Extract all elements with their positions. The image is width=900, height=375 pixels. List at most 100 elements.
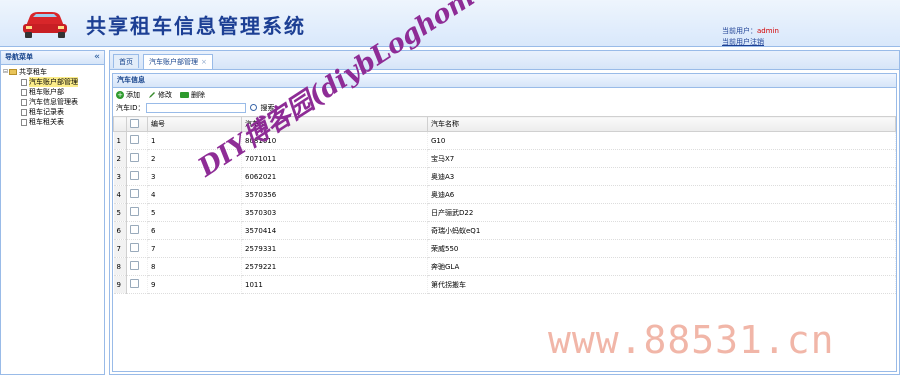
file-icon <box>21 88 27 96</box>
cell-car-name: 宝马X7 <box>427 149 896 168</box>
cell-car-name: 奥迪A3 <box>427 167 896 186</box>
select-all-checkbox[interactable] <box>130 118 139 128</box>
grid-toolbar: + 添加 修改 删除 <box>113 88 896 101</box>
grid-title: 汽车信息 <box>113 74 896 88</box>
row-number: 8 <box>113 257 127 276</box>
car-id-search-input[interactable] <box>146 102 247 113</box>
tree-item-rental-account[interactable]: 租车账户部 <box>3 87 104 97</box>
table-row[interactable]: 6 6 3570414 奇瑞小蚂蚁eQ1 <box>113 221 896 240</box>
add-plus-icon: + <box>116 90 124 99</box>
car-table: 编号 汽车ID 汽车名称 1 1 8081010 G10 2 2 7071011… <box>113 116 896 294</box>
main-area: 首页 汽车账户部管理 × 汽车信息 + 添加 修改 删除 汽车ID： 搜索 编号 汽… <box>109 50 900 375</box>
cell-car-name: 奔驰GLA <box>427 257 896 276</box>
cell-id: 4 <box>147 185 242 204</box>
tree-item-label: 汽车账户部管理 <box>29 77 78 87</box>
row-checkbox-cell[interactable] <box>126 131 148 150</box>
table-row[interactable]: 5 5 3570303 日产骊武D22 <box>113 203 896 222</box>
tree-item-rental-relations[interactable]: 租车租关表 <box>3 117 104 127</box>
tab-label: 首页 <box>119 58 133 66</box>
tabs-bar: 首页 汽车账户部管理 × <box>110 51 899 70</box>
current-user-name: admin <box>757 27 779 35</box>
cell-id: 2 <box>147 149 242 168</box>
nav-header: 导航菜单 « <box>1 51 104 65</box>
cell-id: 3 <box>147 167 242 186</box>
delete-button[interactable]: 删除 <box>180 90 205 100</box>
add-button[interactable]: + 添加 <box>116 90 140 100</box>
nav-tree: ⊟ 共享租车 汽车账户部管理 租车账户部 汽车信息管理表 租车记录表 租车租关表 <box>1 65 104 127</box>
cell-car-name: 奇瑞小蚂蚁eQ1 <box>427 221 896 240</box>
search-label: 汽车ID： <box>116 103 145 112</box>
row-checkbox-cell[interactable] <box>126 257 148 276</box>
close-icon[interactable]: × <box>201 58 207 66</box>
file-icon <box>21 98 27 106</box>
cell-car-name: 第代拐搬车 <box>427 275 896 294</box>
row-checkbox[interactable] <box>130 261 139 270</box>
cell-id: 6 <box>147 221 242 240</box>
row-checkbox[interactable] <box>130 171 139 180</box>
tree-item-car-account[interactable]: 汽车账户部管理 <box>3 77 104 87</box>
cell-id: 8 <box>147 257 242 276</box>
folder-icon <box>9 69 17 75</box>
row-checkbox-cell[interactable] <box>126 221 148 240</box>
nav-title: 导航菜单 <box>5 53 33 61</box>
row-checkbox[interactable] <box>130 279 139 288</box>
row-checkbox[interactable] <box>130 135 139 144</box>
cell-car-id: 2579331 <box>241 239 428 258</box>
table-header-row: 编号 汽车ID 汽车名称 <box>113 116 896 132</box>
row-checkbox[interactable] <box>130 243 139 252</box>
cell-car-id: 1011 <box>241 275 428 294</box>
tree-root[interactable]: ⊟ 共享租车 <box>3 67 104 77</box>
pencil-icon <box>149 91 155 98</box>
search-row: 汽车ID： 搜索 <box>113 101 896 114</box>
tree-item-car-info[interactable]: 汽车信息管理表 <box>3 97 104 107</box>
table-row[interactable]: 3 3 6062021 奥迪A3 <box>113 167 896 186</box>
cell-car-id: 8081010 <box>241 131 428 150</box>
current-user-label: 当前用户： <box>722 27 757 35</box>
add-label: 添加 <box>126 90 140 99</box>
tree-item-label: 租车账户部 <box>29 88 64 96</box>
row-checkbox[interactable] <box>130 153 139 162</box>
table-row[interactable]: 4 4 3570356 奥迪A6 <box>113 185 896 204</box>
rownum-header <box>113 116 127 132</box>
table-row[interactable]: 1 1 8081010 G10 <box>113 131 896 150</box>
tab-car-account[interactable]: 汽车账户部管理 × <box>143 54 213 69</box>
table-row[interactable]: 7 7 2579331 荣威550 <box>113 239 896 258</box>
car-logo-icon <box>23 12 67 38</box>
cell-id: 5 <box>147 203 242 222</box>
row-checkbox-cell[interactable] <box>126 239 148 258</box>
cell-car-name: 奥迪A6 <box>427 185 896 204</box>
collapse-double-chevron-icon[interactable]: « <box>94 51 100 64</box>
cell-car-id: 6062021 <box>241 167 428 186</box>
tree-item-rental-records[interactable]: 租车记录表 <box>3 107 104 117</box>
row-checkbox[interactable] <box>130 189 139 198</box>
row-number: 5 <box>113 203 127 222</box>
row-number: 3 <box>113 167 127 186</box>
tree-item-label: 汽车信息管理表 <box>29 98 78 106</box>
cell-car-id: 3570414 <box>241 221 428 240</box>
row-checkbox-cell[interactable] <box>126 185 148 204</box>
car-grid-panel: 汽车信息 + 添加 修改 删除 汽车ID： 搜索 编号 汽车ID 汽车名称 1 … <box>112 73 897 372</box>
row-checkbox-cell[interactable] <box>126 167 148 186</box>
app-header: 共享租车信息管理系统 当前用户：admin 当前用户注销 <box>0 0 900 47</box>
row-checkbox-cell[interactable] <box>126 149 148 168</box>
logout-link[interactable]: 当前用户注销 <box>722 37 779 48</box>
edit-button[interactable]: 修改 <box>148 90 172 100</box>
row-checkbox[interactable] <box>130 207 139 216</box>
cell-id: 7 <box>147 239 242 258</box>
select-all-header[interactable] <box>126 116 148 132</box>
table-row[interactable]: 8 8 2579221 奔驰GLA <box>113 257 896 276</box>
app-title: 共享租车信息管理系统 <box>86 14 306 38</box>
tab-home[interactable]: 首页 <box>113 54 139 68</box>
row-number: 7 <box>113 239 127 258</box>
column-header-car-id[interactable]: 汽车ID <box>241 116 428 132</box>
row-checkbox[interactable] <box>130 225 139 234</box>
table-row[interactable]: 2 2 7071011 宝马X7 <box>113 149 896 168</box>
file-icon <box>21 108 27 116</box>
search-button[interactable]: 搜索 <box>250 103 274 113</box>
column-header-id[interactable]: 编号 <box>147 116 242 132</box>
column-header-car-name[interactable]: 汽车名称 <box>427 116 896 132</box>
table-row[interactable]: 9 9 1011 第代拐搬车 <box>113 275 896 294</box>
navigation-panel: 导航菜单 « ⊟ 共享租车 汽车账户部管理 租车账户部 汽车信息管理表 租车记录… <box>0 50 105 375</box>
row-checkbox-cell[interactable] <box>126 203 148 222</box>
row-checkbox-cell[interactable] <box>126 275 148 294</box>
